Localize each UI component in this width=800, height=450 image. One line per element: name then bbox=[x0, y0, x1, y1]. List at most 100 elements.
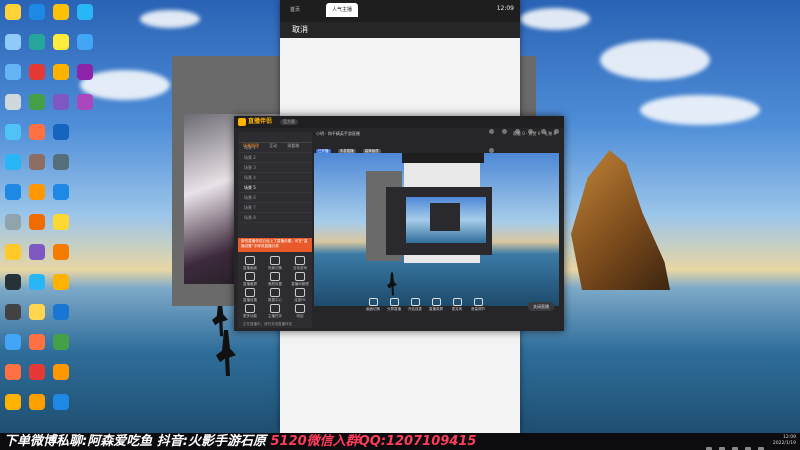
desktop-icon[interactable] bbox=[50, 274, 72, 290]
phone-tab-live[interactable]: 人气主播 bbox=[326, 3, 359, 17]
desktop-icon[interactable] bbox=[50, 94, 72, 110]
tab-interaction[interactable]: 互动 bbox=[269, 143, 277, 149]
cancel-button[interactable]: 取消 bbox=[292, 25, 308, 34]
desktop-icon[interactable] bbox=[74, 34, 96, 50]
stream-preview[interactable] bbox=[314, 153, 559, 306]
desktop-icon[interactable] bbox=[50, 364, 72, 380]
notice-banner[interactable]: 新的直播伴侣已经上了直播设置，可在“直播设置”中修改直播分类 bbox=[238, 238, 312, 252]
desktop-icon[interactable] bbox=[2, 64, 24, 80]
toolbar-button[interactable]: 音量调节 bbox=[469, 298, 487, 312]
scene-item[interactable]: 场景 3 bbox=[238, 163, 312, 173]
tool-button[interactable]: 数据中心 bbox=[263, 288, 287, 303]
tool-button[interactable]: 互动游戏 bbox=[288, 256, 312, 271]
desktop-icon[interactable] bbox=[26, 304, 48, 320]
scene-item[interactable]: 场景 5 bbox=[238, 183, 312, 193]
desktop-icon[interactable] bbox=[2, 304, 24, 320]
app-icon bbox=[53, 394, 69, 410]
desktop-icon[interactable] bbox=[26, 94, 48, 110]
desktop-icon[interactable] bbox=[2, 244, 24, 260]
scene-item[interactable]: 场景 2 bbox=[238, 153, 312, 163]
tool-button[interactable]: 场景切换 bbox=[263, 256, 287, 271]
desktop-icon[interactable] bbox=[26, 334, 48, 350]
window-titlebar: 直播伴侣 官方版 bbox=[234, 116, 564, 153]
toolbar-icon bbox=[368, 298, 378, 306]
taskbar: 下单微博私聊:阿森爱吃鱼 抖音:火影手游石原 5120微信入群QQ:120710… bbox=[0, 433, 800, 450]
version-badge: 官方版 bbox=[280, 119, 298, 125]
desktop-icon[interactable] bbox=[26, 184, 48, 200]
toolbar-button[interactable]: 画面切换 bbox=[364, 298, 382, 312]
desktop-icon[interactable] bbox=[26, 244, 48, 260]
tab-viewer[interactable]: 观看端 bbox=[287, 143, 299, 149]
tool-button[interactable]: 主播任务 bbox=[263, 304, 287, 319]
tool-button[interactable]: 直播间管理 bbox=[288, 272, 312, 287]
desktop-icon[interactable] bbox=[2, 364, 24, 380]
desktop-icon[interactable] bbox=[50, 64, 72, 80]
desktop-icon[interactable] bbox=[50, 244, 72, 260]
toolbar-button[interactable]: 分屏直播 bbox=[385, 298, 403, 312]
desktop-icon[interactable] bbox=[74, 94, 96, 110]
desktop-icon[interactable] bbox=[50, 334, 72, 350]
desktop-icon[interactable] bbox=[26, 64, 48, 80]
phone-tab-home[interactable]: 首页 bbox=[284, 3, 306, 17]
desktop-icon[interactable] bbox=[2, 124, 24, 140]
desktop-icon[interactable] bbox=[26, 214, 48, 230]
desktop-icon[interactable] bbox=[50, 304, 72, 320]
desktop-icon[interactable] bbox=[2, 34, 24, 50]
app-icon bbox=[53, 364, 69, 380]
tool-button[interactable]: 直播画面 bbox=[238, 256, 262, 271]
tool-button[interactable]: 直播截屏 bbox=[238, 272, 262, 287]
desktop-icon[interactable] bbox=[2, 154, 24, 170]
app-icon bbox=[5, 64, 21, 80]
tool-icon bbox=[270, 272, 280, 281]
tool-label: 互动游戏 bbox=[293, 266, 307, 270]
desktop-icon[interactable] bbox=[26, 4, 48, 20]
desktop-icon[interactable] bbox=[26, 124, 48, 140]
toolbar-button[interactable]: 开启连麦 bbox=[406, 298, 424, 312]
desktop-icon[interactable] bbox=[2, 4, 24, 20]
desktop-icon[interactable] bbox=[26, 394, 48, 410]
panel-footer: 正在直播中，请勿关闭直播伴侣 bbox=[243, 322, 292, 326]
desktop-icon[interactable] bbox=[50, 34, 72, 50]
live-companion-window: 直播伴侣 官方版 场景管理 互动 观看端 场景 1 场景 2 场景 3 场景 4… bbox=[234, 116, 564, 331]
desktop-icon[interactable] bbox=[50, 214, 72, 230]
desktop-icon[interactable] bbox=[2, 334, 24, 350]
desktop-icon[interactable] bbox=[50, 4, 72, 20]
desktop-icon[interactable] bbox=[2, 274, 24, 290]
panel-tabs: 场景管理 互动 观看端 bbox=[238, 132, 312, 148]
desktop-icon[interactable] bbox=[50, 124, 72, 140]
scene-item[interactable]: 场景 4 bbox=[238, 173, 312, 183]
taskbar-clock[interactable]: 12:09 2022/1/19 bbox=[773, 435, 796, 447]
tool-label: 直播截屏 bbox=[243, 282, 257, 286]
tool-button[interactable]: 连麦PK bbox=[288, 288, 312, 303]
scene-item[interactable]: 场景 6 bbox=[238, 193, 312, 203]
desktop-icon[interactable] bbox=[2, 214, 24, 230]
tool-button[interactable]: 更多功能 bbox=[238, 304, 262, 319]
desktop-icon[interactable] bbox=[26, 154, 48, 170]
desktop-icon[interactable] bbox=[2, 94, 24, 110]
toolbar-button[interactable]: 直播录屏 bbox=[427, 298, 445, 312]
desktop-icon[interactable] bbox=[74, 4, 96, 20]
bottom-toolbar: 关闭直播 画面切换 分屏直播 开启连麦 直播录屏 麦克风 音量调节 bbox=[314, 296, 562, 328]
scrolling-caption: 下单微博私聊:阿森爱吃鱼 抖音:火影手游石原 5120微信入群QQ:120710… bbox=[4, 433, 684, 450]
desktop-icon[interactable] bbox=[26, 274, 48, 290]
scene-item[interactable]: 场景 8 bbox=[238, 213, 312, 223]
scene-item[interactable]: 场景 7 bbox=[238, 203, 312, 213]
app-icon bbox=[53, 244, 69, 260]
stop-live-button[interactable]: 关闭直播 bbox=[528, 302, 554, 311]
desktop-icon[interactable] bbox=[50, 154, 72, 170]
toolbar-button[interactable]: 麦克风 bbox=[448, 298, 466, 312]
tool-button[interactable]: 美颜设置 bbox=[263, 272, 287, 287]
tool-label: 美颜设置 bbox=[268, 282, 282, 286]
cloud bbox=[140, 10, 200, 28]
desktop-wallpaper: 首页 人气主播 12:09 取消 直播伴侣 官方版 场景管理 互动 观看端 场景… bbox=[0, 0, 800, 450]
desktop-icon[interactable] bbox=[2, 394, 24, 410]
desktop-icon[interactable] bbox=[74, 64, 96, 80]
tool-button[interactable]: 直播设置 bbox=[238, 288, 262, 303]
desktop-icon[interactable] bbox=[2, 184, 24, 200]
desktop-icon[interactable] bbox=[50, 184, 72, 200]
desktop-icon[interactable] bbox=[26, 364, 48, 380]
tool-button[interactable]: 收起 bbox=[288, 304, 312, 319]
toolbar-label: 音量调节 bbox=[471, 307, 485, 311]
desktop-icon[interactable] bbox=[26, 34, 48, 50]
desktop-icon[interactable] bbox=[50, 394, 72, 410]
